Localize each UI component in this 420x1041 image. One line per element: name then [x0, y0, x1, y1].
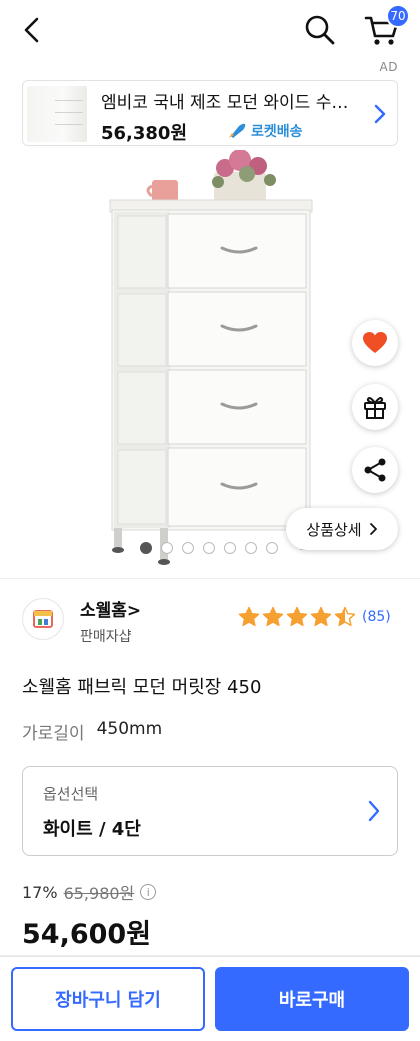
review-count[interactable]: (85): [362, 609, 391, 625]
top-header: 70: [0, 0, 420, 60]
product-title: 소웰홈 패브릭 모던 머릿장 450: [22, 677, 262, 698]
heart-icon: [363, 332, 387, 353]
option-label: 옵션선택: [43, 785, 99, 803]
option-selector[interactable]: 옵션선택 화이트 / 4단: [22, 766, 398, 856]
pager-dot[interactable]: [266, 542, 278, 554]
pager-dot[interactable]: [245, 542, 257, 554]
product-image[interactable]: [0, 150, 420, 570]
cart-count-badge: 70: [386, 4, 410, 28]
rocket-delivery-label: 로켓배송: [251, 124, 303, 140]
product-detail-button[interactable]: 상품상세: [286, 508, 398, 550]
spec-value: 450mm: [96, 719, 163, 739]
price-row: 17% 65,980원 i: [22, 880, 157, 904]
share-button[interactable]: [352, 447, 398, 493]
back-button[interactable]: [14, 12, 50, 48]
info-icon[interactable]: i: [140, 884, 157, 900]
chevron-right-icon: [369, 523, 377, 535]
pager-dot[interactable]: [203, 542, 215, 554]
ad-label: AD: [379, 60, 398, 74]
ad-banner[interactable]: 엠비코 국내 제조 모던 와이드 수납장 56,380원 로켓배송: [22, 80, 398, 146]
section-divider: [0, 578, 420, 579]
share-icon: [364, 458, 386, 482]
sale-price: 54,600원: [22, 919, 152, 950]
search-icon: [305, 15, 335, 45]
pager-dot[interactable]: [161, 542, 173, 554]
chevron-left-icon: [24, 17, 39, 43]
ad-price: 56,380원: [101, 123, 188, 144]
seller-name-link[interactable]: 소웰홈>: [80, 596, 141, 621]
star-icon: [334, 606, 356, 627]
image-pager: [140, 542, 278, 554]
drawer-fronts: [167, 213, 307, 527]
rocket-delivery-badge: 로켓배송: [227, 121, 303, 141]
shop-icon: [33, 610, 53, 628]
search-button[interactable]: [300, 10, 340, 50]
pager-dot[interactable]: [224, 542, 236, 554]
rating[interactable]: (85): [238, 606, 391, 628]
mug-illustration: [146, 180, 178, 202]
pager-dot[interactable]: [140, 542, 152, 554]
gift-icon: [364, 397, 386, 419]
gift-button[interactable]: [352, 384, 398, 430]
star-icon: [238, 606, 260, 627]
star-icon: [310, 606, 332, 627]
ad-title: 엠비코 국내 제조 모던 와이드 수납장: [101, 93, 361, 113]
star-icon: [286, 606, 308, 627]
discount-rate: 17%: [22, 882, 58, 902]
pager-dot[interactable]: [182, 542, 194, 554]
wishlist-button[interactable]: [352, 320, 398, 366]
bottom-action-bar: 장바구니 담기 바로구매: [0, 956, 420, 1041]
rocket-icon: [229, 123, 246, 138]
seller-logo[interactable]: [22, 598, 64, 640]
add-to-cart-button[interactable]: 장바구니 담기: [11, 967, 205, 1031]
cart-button[interactable]: 70: [362, 4, 410, 50]
product-detail-label: 상품상세: [306, 520, 362, 539]
original-price: 65,980원: [63, 884, 135, 903]
chevron-right-icon: [374, 104, 386, 124]
spec-row: 가로길이 450mm: [22, 719, 162, 744]
option-value: 화이트 / 4단: [43, 819, 141, 840]
buy-now-button[interactable]: 바로구매: [215, 967, 409, 1031]
ad-product-thumbnail: [27, 86, 87, 142]
star-icon: [262, 606, 284, 627]
spec-label: 가로길이: [22, 724, 85, 744]
rating-stars: [238, 606, 356, 628]
chevron-right-icon: [368, 800, 380, 822]
flower-pot-illustration: [212, 150, 276, 202]
seller-type: 판매자샵: [80, 629, 132, 645]
